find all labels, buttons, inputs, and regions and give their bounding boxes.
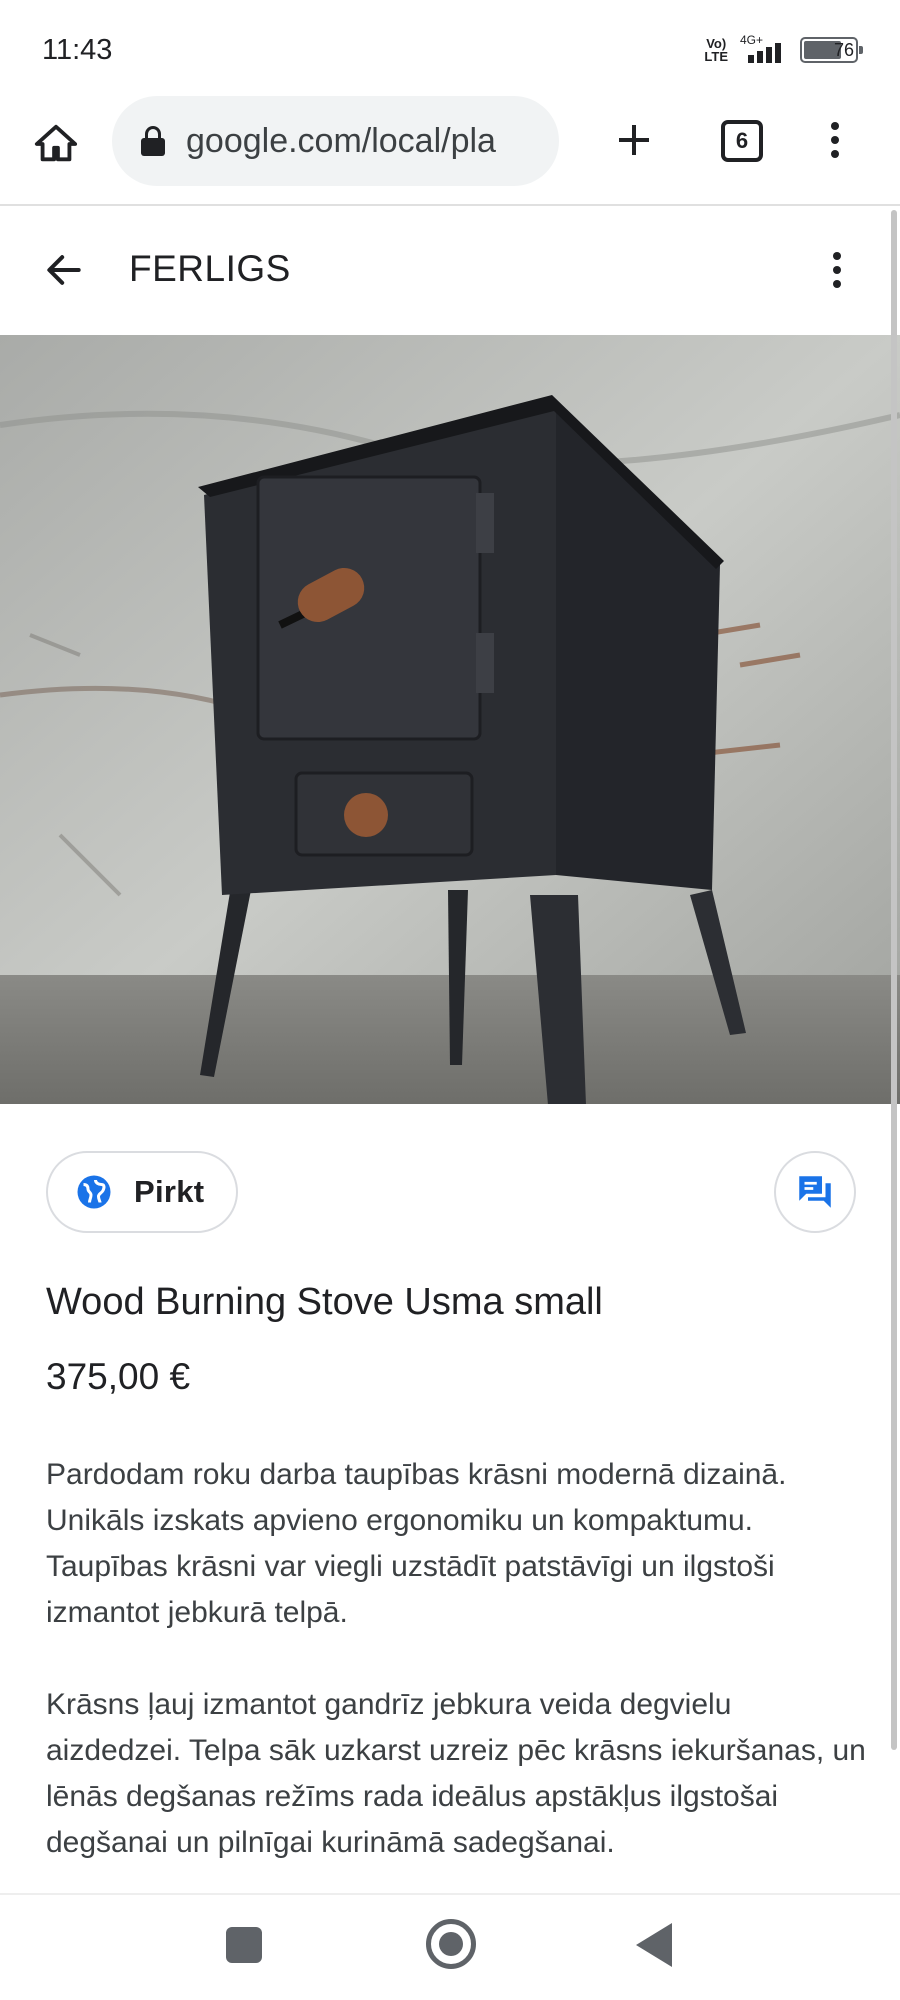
product-image[interactable] [0, 335, 900, 1104]
recents-button[interactable] [226, 1927, 262, 1963]
store-title: FERLIGS [129, 248, 291, 289]
system-nav-bar [0, 1893, 900, 2000]
scrollbar[interactable] [891, 210, 897, 1750]
back-button[interactable] [40, 246, 88, 294]
volte-icon: Vo) LTE [704, 36, 728, 64]
product-description: Pardodam roku darba taupības krāsni mode… [46, 1452, 866, 1893]
more-vert-icon [820, 248, 854, 288]
buy-button[interactable]: Pirkt [46, 1151, 238, 1233]
product-title: Wood Burning Stove Usma small [46, 1281, 603, 1323]
chat-icon [799, 1176, 831, 1208]
arrow-back-icon [47, 255, 81, 285]
status-icons: Vo) LTE 4G+ 76 [704, 33, 863, 66]
lock-icon [140, 126, 166, 156]
globe-icon [77, 1175, 111, 1209]
header-menu-button[interactable] [820, 248, 854, 296]
plus-icon [619, 125, 649, 155]
chat-button[interactable] [774, 1151, 856, 1233]
status-bar: 11:43 Vo) LTE 4G+ 76 [0, 0, 900, 96]
home-button[interactable] [30, 118, 82, 170]
more-vert-icon [820, 118, 850, 158]
url-text: google.com/local/pla [186, 121, 496, 160]
battery-icon: 76 [800, 37, 863, 63]
home-nav-button[interactable] [426, 1919, 476, 1969]
back-nav-button[interactable] [636, 1923, 672, 1967]
app-header: FERLIGS [0, 208, 900, 335]
new-tab-button[interactable] [606, 112, 662, 168]
description-paragraph: Krāsns ļauj izmantot gandrīz jebkura vei… [46, 1688, 866, 1859]
stove-picture [0, 335, 900, 1104]
address-bar[interactable]: google.com/local/pla [112, 96, 559, 186]
description-paragraph: Pardodam roku darba taupības krāsni mode… [46, 1458, 787, 1629]
signal-icon: 4G+ [738, 33, 790, 65]
description-viewport: Pardodam roku darba taupības krāsni mode… [0, 1440, 900, 1893]
status-time: 11:43 [42, 34, 113, 66]
buy-label: Pirkt [134, 1174, 205, 1209]
browser-toolbar: google.com/local/pla 6 [0, 96, 900, 206]
tab-switcher-button[interactable]: 6 [721, 120, 763, 162]
battery-level: 76 [833, 40, 854, 60]
browser-menu-button[interactable] [820, 118, 850, 168]
product-price: 375,00 € [46, 1356, 191, 1397]
home-icon [34, 124, 78, 162]
